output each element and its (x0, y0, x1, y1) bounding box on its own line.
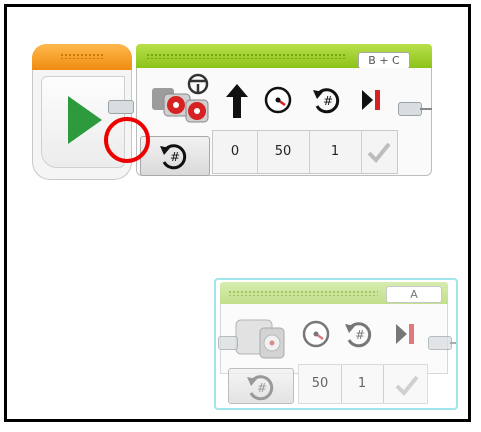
large-motor-block[interactable]: A # # 50 1 (214, 278, 458, 410)
svg-text:#: # (257, 381, 267, 395)
rotations-input-2[interactable]: 1 (341, 365, 384, 403)
power-input-2[interactable]: 50 (299, 365, 342, 403)
svg-text:#: # (170, 150, 180, 164)
rotations-mode-icon: # (247, 375, 274, 401)
large-motor-pair-icon (152, 73, 209, 123)
brake-icon (396, 324, 414, 344)
parameter-row-2: 50 1 (298, 364, 428, 404)
port-selector[interactable]: B + C (358, 52, 410, 69)
sequence-plug-in[interactable] (218, 336, 238, 350)
play-icon[interactable] (68, 96, 102, 144)
arrow-up-icon (226, 84, 248, 118)
sequence-plug-start[interactable] (108, 100, 134, 114)
checkmark-icon[interactable] (395, 374, 419, 396)
steering-input[interactable]: 0 (213, 131, 258, 173)
sequence-plug-out-2[interactable] (428, 336, 452, 350)
rotations-icon: # (313, 88, 340, 114)
svg-text:#: # (323, 94, 333, 108)
canvas: B + C # # 0 50 1 A # # 50 1 (0, 0, 481, 432)
mode-selector-button-2[interactable]: # (228, 368, 294, 404)
rotations-input[interactable]: 1 (309, 131, 362, 173)
power-input[interactable]: 50 (257, 131, 310, 173)
parameter-row: 0 50 1 (212, 130, 398, 174)
speedometer-icon (302, 320, 330, 348)
brake-icon (362, 90, 380, 110)
mode-selector-button[interactable]: # (140, 136, 210, 176)
speedometer-icon (264, 86, 292, 114)
checkmark-icon[interactable] (367, 141, 391, 163)
rotations-mode-icon: # (160, 144, 187, 170)
sequence-plug-out[interactable] (398, 102, 422, 116)
large-motor-icon (235, 319, 285, 359)
port-selector-a[interactable]: A (386, 286, 442, 303)
highlight-circle (104, 117, 150, 163)
rotations-icon: # (345, 322, 372, 348)
start-block-header (32, 44, 132, 70)
svg-text:#: # (355, 328, 365, 342)
